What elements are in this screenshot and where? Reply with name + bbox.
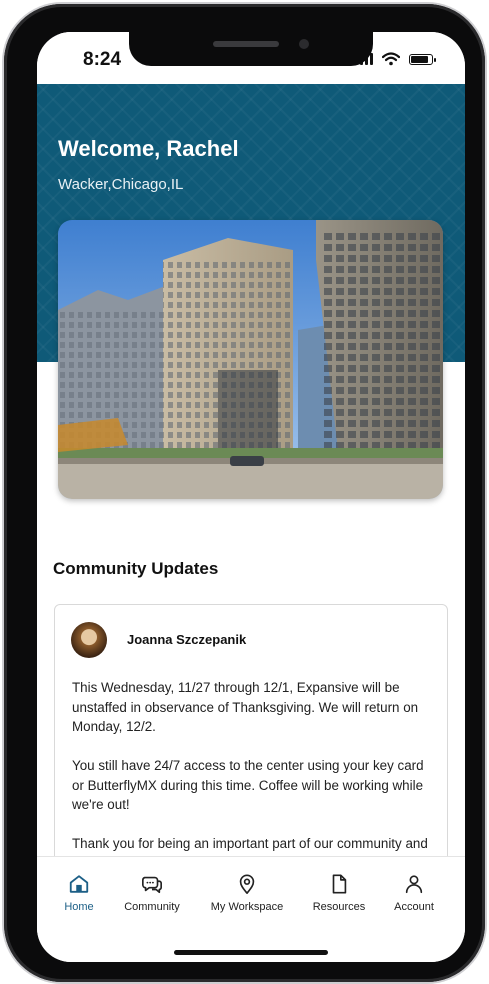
user-icon: [405, 875, 423, 894]
speaker-grille: [213, 41, 279, 47]
tab-label: Community: [124, 901, 180, 913]
home-indicator[interactable]: [174, 950, 328, 955]
post-author: Joanna Szczepanik: [127, 632, 247, 647]
tab-account[interactable]: Account: [369, 873, 459, 913]
tab-my-workspace[interactable]: My Workspace: [202, 873, 292, 913]
tab-label: My Workspace: [210, 901, 284, 913]
location-text: Wacker,Chicago,IL: [58, 176, 184, 193]
wifi-icon: [382, 52, 400, 66]
location-pin-icon: [239, 874, 255, 894]
welcome-heading: Welcome, Rachel: [58, 136, 239, 161]
post-paragraph: This Wednesday, 11/27 through 12/1, Expa…: [72, 680, 419, 734]
building-photo: [58, 220, 443, 499]
home-icon: [69, 875, 89, 893]
battery-icon: [409, 53, 436, 65]
tab-label: Account: [394, 901, 434, 913]
post-paragraph: You still have 24/7 access to the center…: [72, 758, 424, 812]
document-icon: [332, 874, 347, 894]
app-screen: 8:24 Welcome, Rachel Wacker,Chicago,IL C…: [37, 32, 465, 962]
device-notch: [129, 32, 373, 66]
bottom-tab-bar: Home Community My Workspace Resources Ac…: [37, 856, 465, 962]
phone-frame: 8:24 Welcome, Rachel Wacker,Chicago,IL C…: [4, 4, 485, 982]
section-title-community-updates: Community Updates: [53, 559, 219, 578]
tab-community[interactable]: Community: [107, 873, 197, 913]
avatar[interactable]: [71, 622, 107, 658]
chat-icon: [142, 876, 162, 894]
status-time: 8:24: [83, 49, 122, 70]
camera-icon: [299, 39, 309, 49]
